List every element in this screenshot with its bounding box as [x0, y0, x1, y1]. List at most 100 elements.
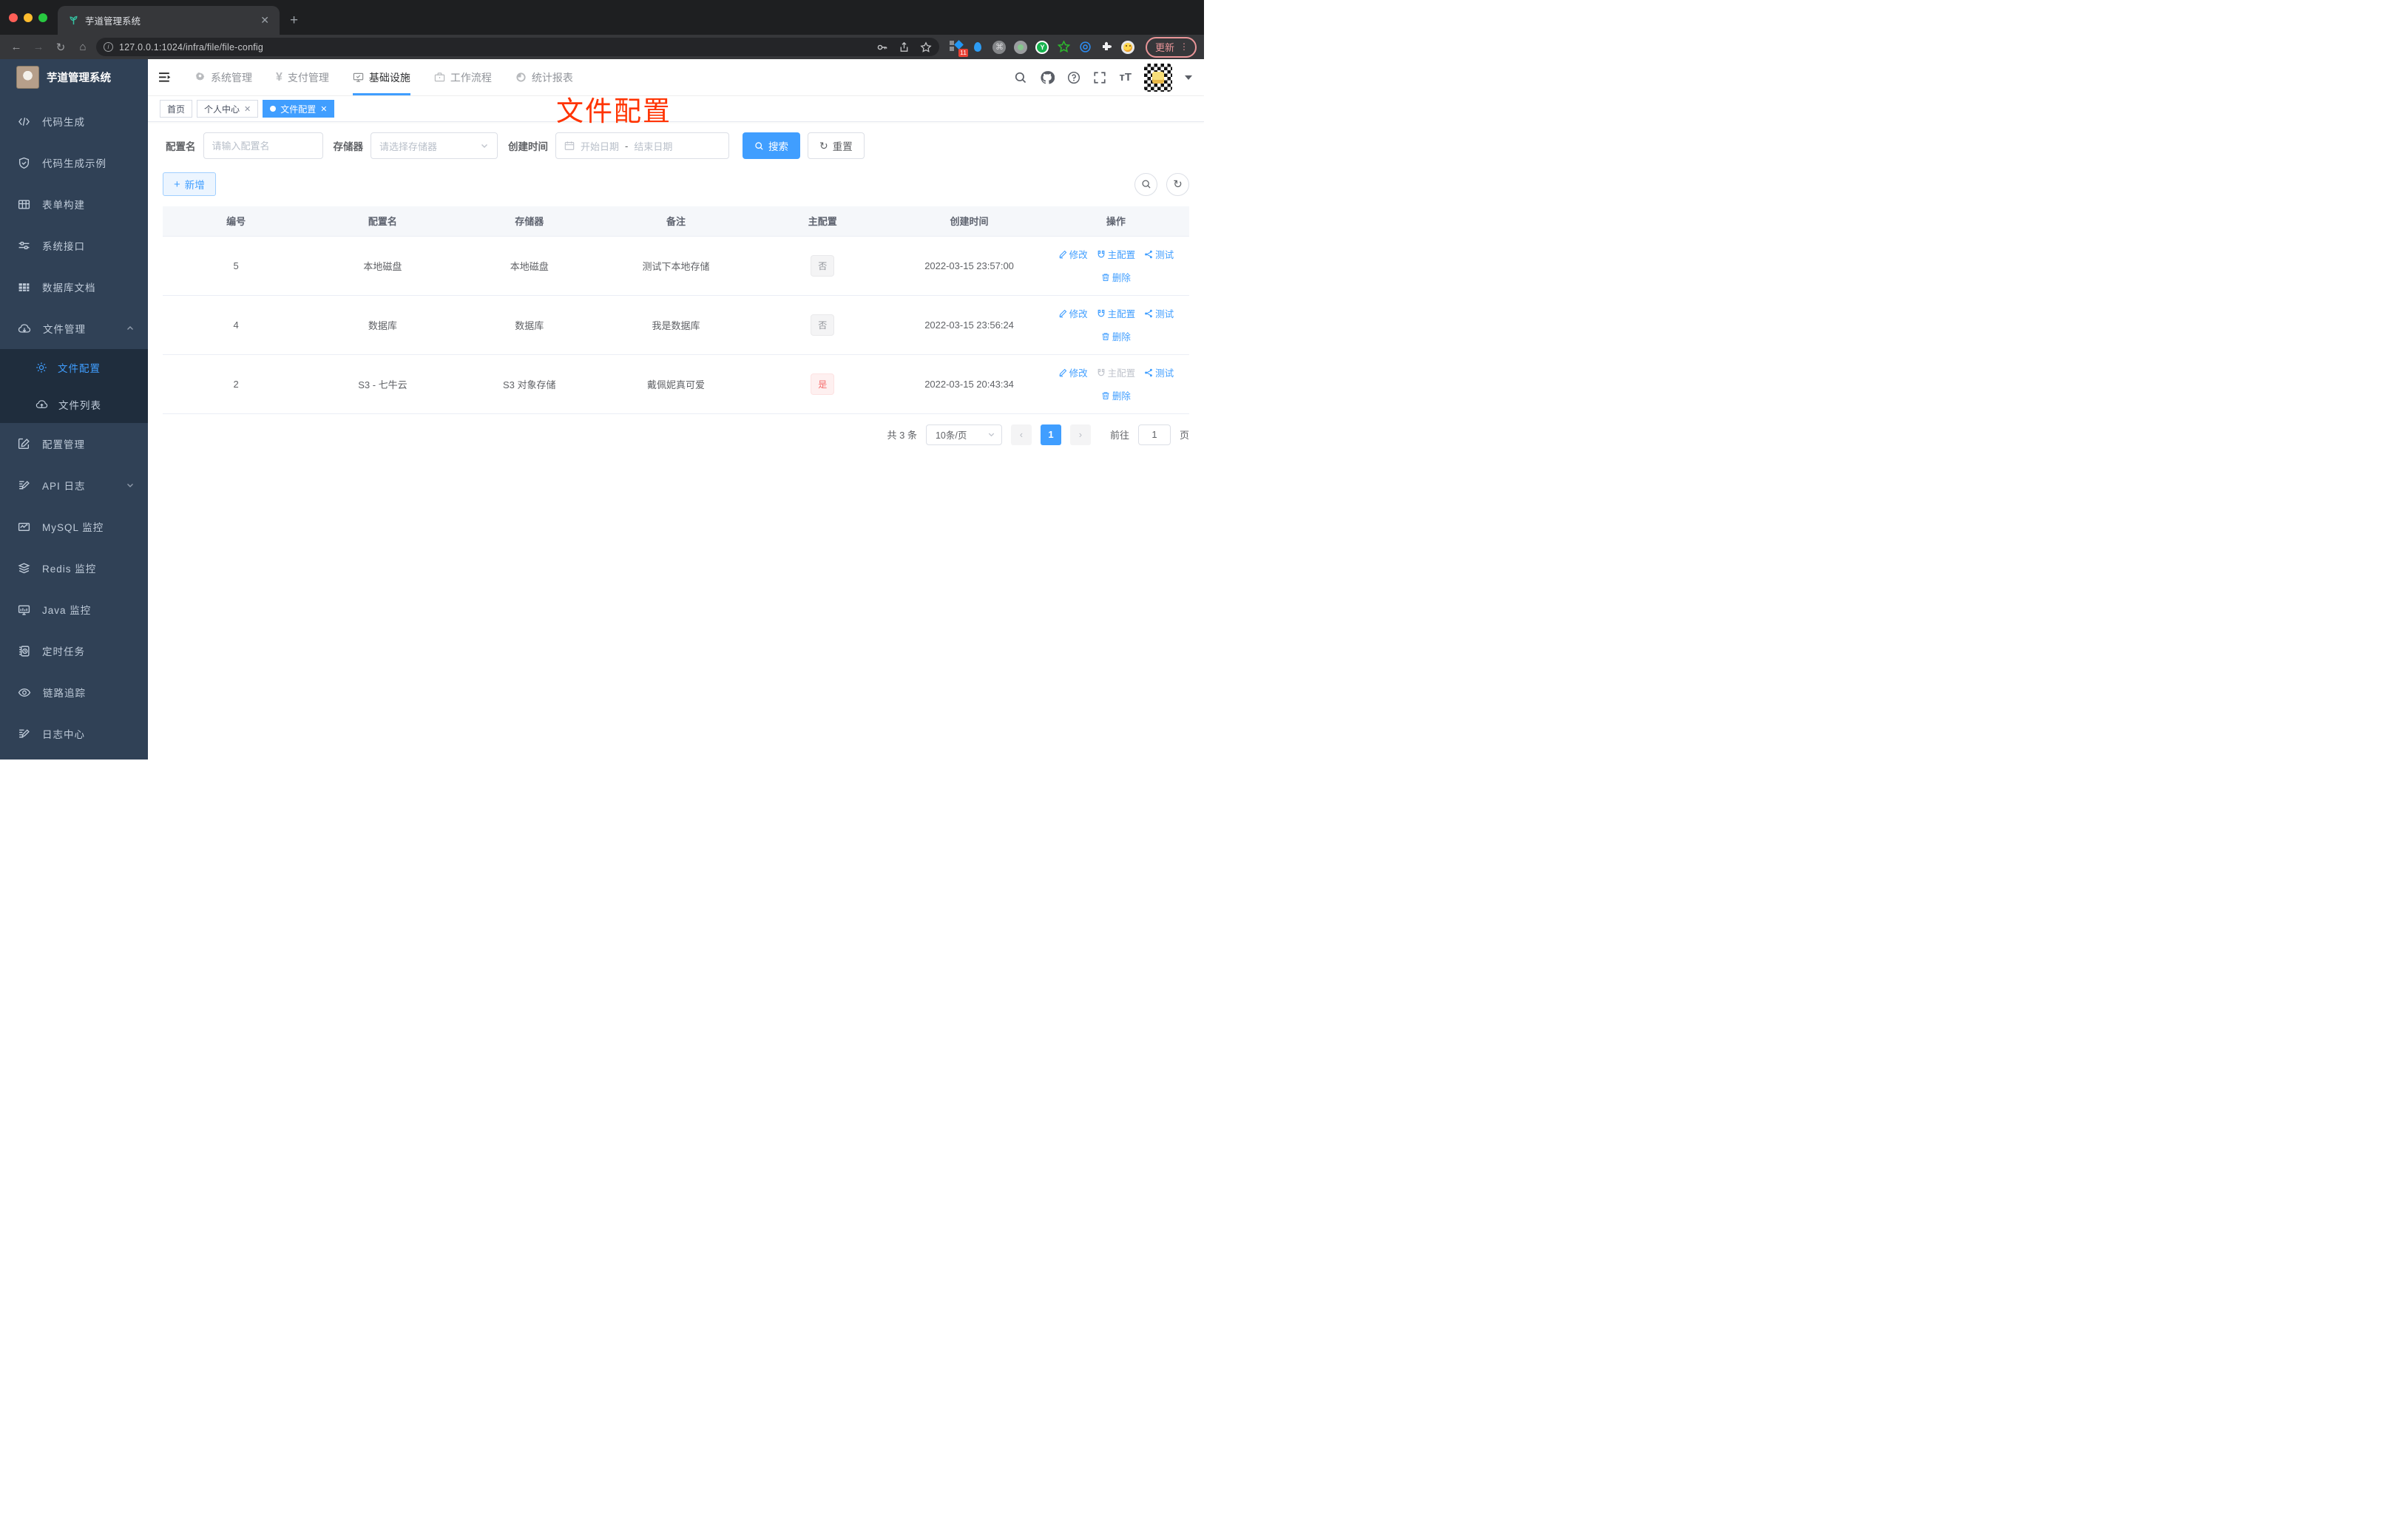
- col-created: 创建时间: [896, 206, 1043, 236]
- sidebar-item-tracing[interactable]: 链路追踪: [0, 671, 148, 713]
- ext-pin-icon[interactable]: [971, 40, 985, 54]
- font-size-icon[interactable]: ᴛT: [1119, 71, 1132, 84]
- refresh-icon: ↻: [819, 139, 828, 152]
- chrome-menu-icon[interactable]: ⋮: [1180, 41, 1188, 52]
- fullscreen-icon[interactable]: [1093, 71, 1106, 84]
- close-window-button[interactable]: [9, 13, 18, 22]
- tag-home[interactable]: 首页: [160, 100, 193, 118]
- reload-icon[interactable]: ↻: [52, 41, 70, 54]
- sidebar-item-redis-monitor[interactable]: Redis 监控: [0, 547, 148, 589]
- sidebar-item-code-gen[interactable]: 代码生成: [0, 101, 148, 142]
- address-bar[interactable]: i 127.0.0.1:1024/infra/file/file-config: [96, 38, 939, 56]
- sidebar-item-file-config[interactable]: 文件配置: [0, 349, 148, 386]
- trash-icon: [1102, 332, 1109, 340]
- add-button[interactable]: + 新增: [163, 172, 216, 196]
- page-1-button[interactable]: 1: [1040, 424, 1061, 445]
- prev-page-button[interactable]: ‹: [1010, 424, 1032, 445]
- edit-link[interactable]: 修改: [1058, 365, 1088, 379]
- ext-emoji-icon[interactable]: [1121, 40, 1135, 54]
- edit-link[interactable]: 修改: [1058, 247, 1088, 261]
- screen: 芋道管理系统 ✕ + ← → ↻ ⌂ i 127.0.0.1:1024/infr…: [0, 0, 1204, 760]
- nav-reports[interactable]: 统计报表: [507, 59, 582, 95]
- storage-select[interactable]: 请选择存储器: [371, 132, 498, 159]
- sidebar-item-mysql-monitor[interactable]: MySQL 监控: [0, 506, 148, 547]
- file-config-table: 编号 配置名 存储器 备注 主配置 创建时间 操作 5 本地磁盘 本地磁盘 测试…: [163, 206, 1189, 414]
- sidebar-item-api-log[interactable]: API 日志: [0, 464, 148, 506]
- edit-link[interactable]: 修改: [1058, 306, 1088, 320]
- nav-system-mgmt[interactable]: 系统管理: [186, 59, 261, 95]
- tag-close-icon[interactable]: ✕: [320, 104, 327, 114]
- master-link[interactable]: 主配置: [1097, 247, 1135, 261]
- app-logo[interactable]: 芋道管理系统: [0, 59, 148, 95]
- home-icon[interactable]: ⌂: [74, 41, 92, 53]
- goto-page-input[interactable]: [1137, 424, 1171, 445]
- test-link[interactable]: 测试: [1144, 247, 1174, 261]
- search-icon[interactable]: [1014, 71, 1027, 84]
- config-name-input[interactable]: [203, 132, 323, 159]
- forward-icon[interactable]: →: [30, 41, 47, 53]
- password-key-icon[interactable]: [876, 41, 888, 53]
- ext-star-icon[interactable]: [1057, 40, 1071, 54]
- sidebar-item-code-demo[interactable]: 代码生成示例: [0, 142, 148, 183]
- nav-workflow[interactable]: 工作流程: [425, 59, 501, 95]
- ext-dot-icon[interactable]: [1014, 40, 1028, 54]
- maximize-window-button[interactable]: [38, 13, 47, 22]
- sidebar-item-log-center[interactable]: 日志中心: [0, 713, 148, 754]
- share-icon[interactable]: [899, 41, 910, 53]
- url-text[interactable]: 127.0.0.1:1024/infra/file/file-config: [119, 42, 870, 53]
- sidebar-item-form-builder[interactable]: 表单构建: [0, 183, 148, 225]
- github-icon[interactable]: [1040, 70, 1055, 85]
- ext-kami-icon[interactable]: 11: [949, 40, 968, 57]
- ext-puzzle-icon[interactable]: [1100, 40, 1114, 54]
- sidebar: 芋道管理系统 代码生成 代码生成示例 表单构建 系统接口 数据库文档 文件管理 …: [0, 59, 148, 760]
- minimize-window-button[interactable]: [24, 13, 33, 22]
- sidebar-item-db-doc[interactable]: 数据库文档: [0, 266, 148, 308]
- table-row: 2 S3 - 七牛云 S3 对象存储 戴佩妮真可爱 是 2022-03-15 2…: [163, 354, 1189, 414]
- tag-close-icon[interactable]: ✕: [244, 104, 251, 114]
- master-tag: 是: [811, 373, 835, 395]
- master-link[interactable]: 主配置: [1097, 306, 1135, 320]
- share-nodes-icon: [1145, 368, 1152, 376]
- chrome-update-button[interactable]: 更新 ⋮: [1145, 36, 1197, 58]
- ext-y-icon[interactable]: Y: [1035, 40, 1049, 54]
- browser-tab[interactable]: 芋道管理系统 ✕: [58, 6, 280, 35]
- delete-link[interactable]: 删除: [1101, 270, 1131, 284]
- search-button[interactable]: 搜索: [743, 132, 800, 159]
- delete-link[interactable]: 删除: [1101, 329, 1131, 343]
- date-range-picker[interactable]: 开始日期 - 结束日期: [555, 132, 729, 159]
- update-label: 更新: [1154, 41, 1174, 53]
- sidebar-item-scheduled-jobs[interactable]: 定时任务: [0, 630, 148, 671]
- log-edit-icon: [19, 728, 30, 737]
- ext-command-icon[interactable]: ⌘: [992, 40, 1007, 54]
- bookmark-star-icon[interactable]: [920, 41, 932, 53]
- back-icon[interactable]: ←: [7, 41, 25, 53]
- new-tab-button[interactable]: +: [280, 13, 308, 35]
- yen-icon: ¥: [276, 70, 283, 84]
- tag-profile[interactable]: 个人中心 ✕: [197, 100, 259, 118]
- tag-file-config[interactable]: 文件配置 ✕: [263, 100, 335, 118]
- site-info-icon[interactable]: i: [104, 42, 113, 52]
- tab-close-icon[interactable]: ✕: [257, 14, 272, 27]
- sidebar-item-file-mgmt[interactable]: 文件管理: [0, 308, 148, 349]
- window-controls[interactable]: [0, 0, 58, 35]
- sidebar-item-file-list[interactable]: 文件列表: [0, 386, 148, 423]
- help-icon[interactable]: [1067, 71, 1080, 84]
- collapse-sidebar-icon[interactable]: [158, 71, 172, 84]
- sidebar-item-config-mgmt[interactable]: 配置管理: [0, 423, 148, 464]
- reset-button[interactable]: ↻ 重置: [808, 132, 865, 159]
- nav-infrastructure[interactable]: 基础设施: [344, 59, 419, 95]
- avatar-caret-icon[interactable]: [1185, 75, 1192, 80]
- user-avatar[interactable]: [1144, 63, 1172, 92]
- test-link[interactable]: 测试: [1144, 365, 1174, 379]
- show-search-button[interactable]: [1134, 172, 1157, 196]
- page-size-select[interactable]: 10条/页: [925, 424, 1002, 445]
- test-link[interactable]: 测试: [1144, 306, 1174, 320]
- sidebar-item-system-api[interactable]: 系统接口: [0, 225, 148, 266]
- sidebar-item-java-monitor[interactable]: Java 监控: [0, 589, 148, 630]
- share-nodes-icon: [1145, 309, 1152, 317]
- refresh-table-button[interactable]: ↻: [1166, 172, 1189, 196]
- next-page-button[interactable]: ›: [1069, 424, 1091, 445]
- delete-link[interactable]: 删除: [1101, 388, 1131, 402]
- nav-payment-mgmt[interactable]: ¥ 支付管理: [267, 59, 338, 95]
- ext-eye-icon[interactable]: [1078, 40, 1092, 54]
